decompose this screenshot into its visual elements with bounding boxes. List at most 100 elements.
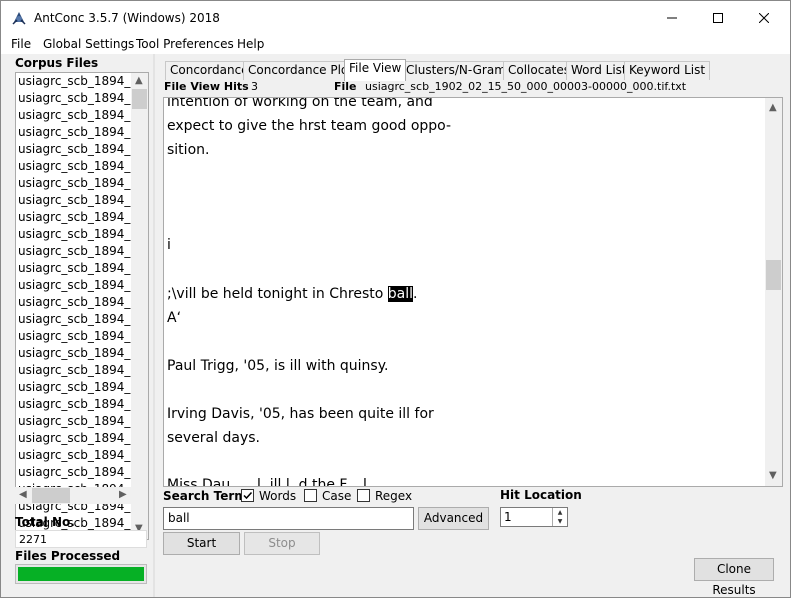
corpus-file-item[interactable]: usiagrc_scb_1894_0 xyxy=(16,379,132,396)
file-name: usiagrc_scb_1902_02_15_50_000_00003-0000… xyxy=(365,80,687,93)
corpus-list-scroll-thumb[interactable] xyxy=(132,89,147,109)
corpus-file-item[interactable]: usiagrc_scb_1894_0 xyxy=(16,396,132,413)
tab-word-list[interactable]: Word List xyxy=(566,61,632,80)
scroll-down-icon[interactable]: ▼ xyxy=(769,470,777,481)
files-processed-label: Files Processed xyxy=(15,549,121,563)
tab-concordance-plot[interactable]: Concordance Plot xyxy=(243,61,358,80)
minimize-icon xyxy=(667,17,677,18)
case-label: Case xyxy=(322,489,352,503)
text-view-scroll-thumb[interactable] xyxy=(766,260,781,290)
hit-line-suffix: . xyxy=(413,286,418,302)
menu-tool-preferences[interactable]: Tool Preferences xyxy=(136,37,234,51)
hit-location-value: 1 xyxy=(504,510,512,524)
spin-up-icon[interactable]: ▲ xyxy=(553,508,567,517)
words-label: Words xyxy=(259,489,297,503)
file-view-hits-label: File View Hits xyxy=(164,80,249,93)
scroll-up-icon[interactable]: ▲ xyxy=(769,102,777,113)
menu-file[interactable]: File xyxy=(11,37,31,51)
corpus-file-item[interactable]: usiagrc_scb_1894_0 xyxy=(16,413,132,430)
hit-location-spinner[interactable]: 1 ▲ ▼ xyxy=(500,507,568,527)
corpus-file-item[interactable]: usiagrc_scb_1894_0 xyxy=(16,260,132,277)
corpus-list-hscroll-thumb[interactable] xyxy=(32,488,70,503)
corpus-file-item[interactable]: usiagrc_scb_1894_0 xyxy=(16,447,132,464)
search-term-label: Search Term xyxy=(163,489,247,503)
text-view-scrollbar[interactable]: ▲ ▼ xyxy=(765,98,782,486)
corpus-file-item[interactable]: usiagrc_scb_1894_0 xyxy=(16,209,132,226)
text-line: A‘ xyxy=(167,310,182,326)
corpus-file-item[interactable]: usiagrc_scb_1894_0 xyxy=(16,464,132,481)
corpus-files-title: Corpus Files xyxy=(15,56,99,70)
window-title: AntConc 3.5.7 (Windows) 2018 xyxy=(34,11,220,25)
corpus-file-item[interactable]: usiagrc_scb_1894_0 xyxy=(16,277,132,294)
corpus-file-item[interactable]: usiagrc_scb_1894_0 xyxy=(16,226,132,243)
corpus-file-item[interactable]: usiagrc_scb_1894_0 xyxy=(16,328,132,345)
file-text-view[interactable]: intention of working on the team, and ex… xyxy=(163,97,783,487)
menu-global-settings[interactable]: Global Settings xyxy=(43,37,134,51)
maximize-button[interactable] xyxy=(695,1,741,34)
corpus-file-list[interactable]: usiagrc_scb_1894_0 usiagrc_scb_1894_0 usia… xyxy=(15,72,149,540)
corpus-file-item[interactable]: usiagrc_scb_1894_0 xyxy=(16,243,132,260)
app-window: AntConc 3.5.7 (Windows) 2018 File Global… xyxy=(0,0,791,598)
corpus-file-item[interactable]: usiagrc_scb_1894_0 xyxy=(16,345,132,362)
stop-button[interactable]: Stop xyxy=(244,532,320,555)
main-panel: Concordance Concordance Plot File View C… xyxy=(163,54,783,597)
scroll-right-icon[interactable]: ▶ xyxy=(119,489,127,500)
menu-bar: File Global Settings Tool Preferences He… xyxy=(1,34,790,54)
scroll-left-icon[interactable]: ◀ xyxy=(19,489,27,500)
close-icon xyxy=(759,12,769,23)
corpus-list-horizontal-scrollbar[interactable]: ◀ ▶ xyxy=(15,487,133,504)
corpus-file-item[interactable]: usiagrc_scb_1894_0 xyxy=(16,158,132,175)
hit-location-label: Hit Location xyxy=(500,488,582,502)
corpus-file-item[interactable]: usiagrc_scb_1894_0 xyxy=(16,192,132,209)
tab-concordance[interactable]: Concordance xyxy=(165,61,254,80)
progress-fill xyxy=(18,567,144,581)
file-view-header: File View Hits 3 File usiagrc_scb_1902_0… xyxy=(163,79,783,95)
corpus-list-vertical-scrollbar[interactable]: ▲ ▼ xyxy=(131,73,148,539)
tab-clusters-ngrams[interactable]: Clusters/N-Grams xyxy=(401,61,518,80)
spin-down-icon[interactable]: ▼ xyxy=(553,517,567,526)
corpus-file-item[interactable]: usiagrc_scb_1894_0 xyxy=(16,90,132,107)
tab-collocates[interactable]: Collocates xyxy=(503,61,576,80)
corpus-file-item[interactable]: usiagrc_scb_1894_0 xyxy=(16,175,132,192)
words-checkbox[interactable] xyxy=(241,489,254,502)
corpus-file-item[interactable]: usiagrc_scb_1894_0 xyxy=(16,294,132,311)
file-label: File xyxy=(334,80,357,93)
maximize-icon xyxy=(713,12,723,23)
corpus-file-item[interactable]: usiagrc_scb_1894_0 xyxy=(16,311,132,328)
corpus-file-item[interactable]: usiagrc_scb_1894_0 xyxy=(16,430,132,447)
text-line: sition. xyxy=(167,142,210,158)
corpus-file-item[interactable]: usiagrc_scb_1894_0 xyxy=(16,107,132,124)
spinner-buttons[interactable]: ▲ ▼ xyxy=(552,508,567,526)
title-bar: AntConc 3.5.7 (Windows) 2018 xyxy=(1,1,790,34)
corpus-file-item[interactable]: usiagrc_scb_1894_0 xyxy=(16,362,132,379)
tab-file-view[interactable]: File View xyxy=(344,59,407,81)
text-line: Irving Davis, '05, has been quite ill fo… xyxy=(167,406,434,422)
text-line: expect to give the hrst team good oppo- xyxy=(167,118,452,134)
total-no-value: 2271 xyxy=(15,530,147,548)
clone-results-button[interactable]: Clone Results xyxy=(694,558,774,597)
total-no-label: Total No. xyxy=(15,515,75,529)
case-checkbox[interactable] xyxy=(304,489,317,502)
text-line: Paul Trigg, '05, is ill with quinsy. xyxy=(167,358,389,374)
corpus-file-item[interactable]: usiagrc_scb_1894_0 xyxy=(16,141,132,158)
search-hit-highlight[interactable]: ball xyxy=(387,286,413,302)
checkmark-icon xyxy=(243,491,253,500)
search-term-input[interactable]: ball xyxy=(163,507,414,530)
regex-label: Regex xyxy=(375,489,413,503)
advanced-button[interactable]: Advanced xyxy=(418,507,489,530)
text-line: Miss Dau..... l..ill l..d the F....l.. xyxy=(167,477,376,487)
corpus-panel: Corpus Files usiagrc_scb_1894_0 usiagrc_s… xyxy=(1,54,153,597)
start-button[interactable]: Start xyxy=(163,532,240,555)
text-line: several days. xyxy=(167,430,260,446)
minimize-button[interactable] xyxy=(649,1,695,34)
regex-checkbox[interactable] xyxy=(357,489,370,502)
hit-line: ;\vill be held tonight in Chresto ball. xyxy=(167,286,417,302)
corpus-file-item[interactable]: usiagrc_scb_1894_0 xyxy=(16,73,132,90)
files-processed-progress-bar xyxy=(15,564,147,584)
corpus-file-item[interactable]: usiagrc_scb_1894_0 xyxy=(16,124,132,141)
tab-keyword-list[interactable]: Keyword List xyxy=(624,61,711,80)
scroll-up-icon[interactable]: ▲ xyxy=(135,75,143,86)
menu-help[interactable]: Help xyxy=(237,37,264,51)
panel-splitter[interactable] xyxy=(153,54,155,597)
close-button[interactable] xyxy=(741,1,787,34)
